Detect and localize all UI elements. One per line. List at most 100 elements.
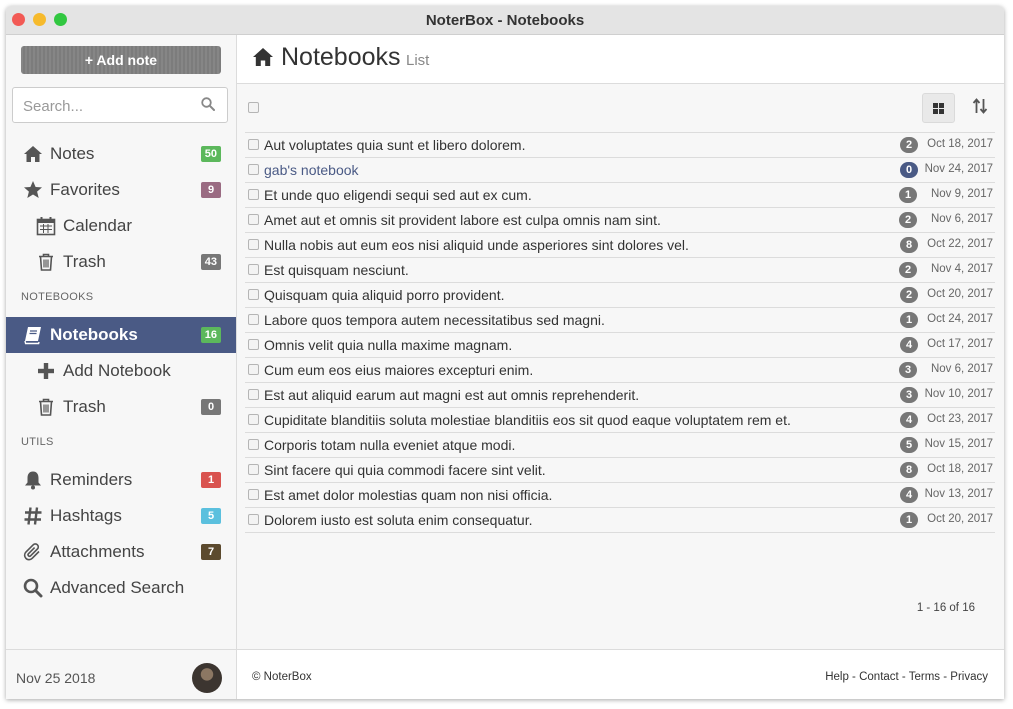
- note-count-badge: 3: [899, 362, 917, 378]
- notebook-title[interactable]: Aut voluptates quia sunt et libero dolor…: [264, 137, 526, 153]
- list-item[interactable]: Dolorem iusto est soluta enim consequatu…: [245, 508, 995, 533]
- notebook-title[interactable]: Quisquam quia aliquid porro provident.: [264, 287, 504, 303]
- grid-view-button[interactable]: [922, 93, 955, 123]
- footer-link-help[interactable]: Help: [825, 671, 849, 683]
- row-checkbox[interactable]: [248, 514, 259, 525]
- notebook-title[interactable]: Est quisquam nesciunt.: [264, 262, 409, 278]
- page-footer: © NoterBox Help - Contact - Terms - Priv…: [237, 649, 1004, 699]
- notebook-date: Oct 18, 2017: [927, 138, 993, 150]
- sidebar-item-notebook-trash[interactable]: Trash 0: [6, 389, 236, 425]
- sidebar-item-hashtags[interactable]: Hashtags 5: [6, 498, 236, 534]
- list-item[interactable]: Cum eum eos eius maiores excepturi enim.…: [245, 358, 995, 383]
- add-note-button[interactable]: + Add note: [21, 46, 221, 74]
- list-item[interactable]: Est amet dolor molestias quam non nisi o…: [245, 483, 995, 508]
- trash-icon: [36, 252, 56, 272]
- list-item[interactable]: Et unde quo eligendi sequi sed aut ex cu…: [245, 183, 995, 208]
- avatar[interactable]: [192, 663, 222, 693]
- footer-link-terms[interactable]: Terms: [909, 671, 940, 683]
- row-checkbox[interactable]: [248, 139, 259, 150]
- row-checkbox[interactable]: [248, 364, 259, 375]
- notebook-title[interactable]: Labore quos tempora autem necessitatibus…: [264, 312, 605, 328]
- note-count-badge: 0: [900, 162, 918, 178]
- notebook-title[interactable]: Est amet dolor molestias quam non nisi o…: [264, 487, 552, 503]
- search-icon[interactable]: [201, 97, 215, 116]
- current-date: Nov 25 2018: [16, 670, 96, 686]
- sidebar-item-notes[interactable]: Notes 50: [6, 136, 236, 172]
- sidebar-item-attachments[interactable]: Attachments 7: [6, 534, 236, 570]
- star-icon: [23, 180, 43, 200]
- footer-link-contact[interactable]: Contact: [859, 671, 899, 683]
- notebook-title[interactable]: Omnis velit quia nulla maxime magnam.: [264, 337, 512, 353]
- notebook-title[interactable]: Et unde quo eligendi sequi sed aut ex cu…: [264, 187, 532, 203]
- title-bar: NoterBox - Notebooks: [6, 6, 1004, 35]
- list-item[interactable]: Nulla nobis aut eum eos nisi aliquid und…: [245, 233, 995, 258]
- notebook-date: Oct 20, 2017: [927, 288, 993, 300]
- row-checkbox[interactable]: [248, 164, 259, 175]
- row-checkbox[interactable]: [248, 339, 259, 350]
- notebook-title[interactable]: Est aut aliquid earum aut magni est aut …: [264, 387, 639, 403]
- sort-icon[interactable]: [972, 98, 988, 119]
- sidebar-item-add-notebook[interactable]: Add Notebook: [6, 353, 236, 389]
- notebook-list: Aut voluptates quia sunt et libero dolor…: [245, 132, 995, 533]
- notebook-title[interactable]: Corporis totam nulla eveniet atque modi.: [264, 437, 515, 453]
- row-checkbox[interactable]: [248, 489, 259, 500]
- list-item[interactable]: Sint facere qui quia commodi facere sint…: [245, 458, 995, 483]
- note-count-badge: 8: [900, 462, 918, 478]
- note-count-badge: 2: [900, 137, 918, 153]
- row-checkbox[interactable]: [248, 439, 259, 450]
- note-count-badge: 8: [900, 237, 918, 253]
- list-item[interactable]: Quisquam quia aliquid porro provident. 2 O…: [245, 283, 995, 308]
- sidebar-item-advanced-search[interactable]: Advanced Search: [6, 570, 236, 606]
- notebook-title[interactable]: Cum eum eos eius maiores excepturi enim.: [264, 362, 533, 378]
- list-item[interactable]: Est aut aliquid earum aut magni est aut …: [245, 383, 995, 408]
- row-checkbox[interactable]: [248, 464, 259, 475]
- row-checkbox[interactable]: [248, 264, 259, 275]
- page-title: Notebooks: [281, 43, 401, 71]
- list-item[interactable]: Corporis totam nulla eveniet atque modi.…: [245, 433, 995, 458]
- row-checkbox[interactable]: [248, 414, 259, 425]
- notebook-title[interactable]: Dolorem iusto est soluta enim consequatu…: [264, 512, 532, 528]
- notes-count-badge: 50: [200, 146, 221, 162]
- notebook-title[interactable]: gab's notebook: [264, 162, 359, 178]
- app-window: NoterBox - Notebooks + Add note Notes 50…: [6, 6, 1004, 699]
- list-item[interactable]: Aut voluptates quia sunt et libero dolor…: [245, 133, 995, 158]
- notebook-date: Oct 18, 2017: [927, 463, 993, 475]
- footer-link-privacy[interactable]: Privacy: [950, 671, 988, 683]
- search-input[interactable]: [21, 94, 195, 118]
- notebooks-section-header: NOTEBOOKS: [21, 291, 94, 303]
- search-icon: [23, 578, 43, 598]
- list-item[interactable]: Amet aut et omnis sit provident labore e…: [245, 208, 995, 233]
- row-checkbox[interactable]: [248, 189, 259, 200]
- footer-separator: -: [940, 671, 951, 683]
- list-item[interactable]: Cupiditate blanditiis soluta molestiae b…: [245, 408, 995, 433]
- notebook-date: Oct 17, 2017: [927, 338, 993, 350]
- row-checkbox[interactable]: [248, 239, 259, 250]
- row-checkbox[interactable]: [248, 389, 259, 400]
- list-item[interactable]: gab's notebook 0 Nov 24, 2017: [245, 158, 995, 183]
- plus-icon: [36, 361, 56, 381]
- home-icon: [23, 144, 43, 164]
- sidebar-item-favorites[interactable]: Favorites 9: [6, 172, 236, 208]
- sidebar-item-label: Add Notebook: [63, 361, 171, 380]
- list-item[interactable]: Est quisquam nesciunt. 2 Nov 4, 2017: [245, 258, 995, 283]
- row-checkbox[interactable]: [248, 289, 259, 300]
- notebook-trash-count-badge: 0: [201, 399, 221, 415]
- list-item[interactable]: Labore quos tempora autem necessitatibus…: [245, 308, 995, 333]
- sidebar-item-reminders[interactable]: Reminders 1: [6, 462, 236, 498]
- sidebar-item-trash[interactable]: Trash 43: [6, 244, 236, 280]
- notebook-date: Nov 24, 2017: [924, 163, 993, 175]
- row-checkbox[interactable]: [248, 214, 259, 225]
- list-item[interactable]: Omnis velit quia nulla maxime magnam. 4 Oc…: [245, 333, 995, 358]
- notebook-title[interactable]: Nulla nobis aut eum eos nisi aliquid und…: [264, 237, 689, 253]
- sidebar-item-label: Reminders: [50, 470, 133, 489]
- window-title: NoterBox - Notebooks: [425, 12, 585, 29]
- sidebar-item-calendar[interactable]: Calendar: [6, 208, 236, 244]
- row-checkbox[interactable]: [248, 314, 259, 325]
- notebook-title[interactable]: Sint facere qui quia commodi facere sint…: [264, 462, 546, 478]
- notebook-date: Oct 23, 2017: [927, 413, 993, 425]
- notebook-title[interactable]: Cupiditate blanditiis soluta molestiae b…: [264, 412, 791, 428]
- select-all-checkbox[interactable]: [248, 102, 259, 113]
- grid-icon: [933, 103, 944, 114]
- sidebar-item-notebooks[interactable]: Notebooks 16: [6, 317, 236, 353]
- notebook-title[interactable]: Amet aut et omnis sit provident labore e…: [264, 212, 661, 228]
